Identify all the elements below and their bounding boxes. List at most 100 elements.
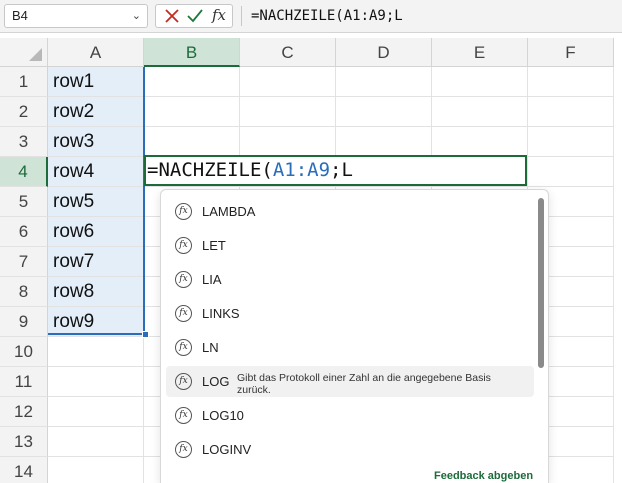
autocomplete-item-log10[interactable]: fx LOG10 bbox=[166, 400, 534, 431]
autocomplete-item-label: LAMBDA bbox=[202, 204, 256, 219]
column-header-f[interactable]: F bbox=[528, 38, 614, 67]
cell-f1[interactable] bbox=[528, 67, 614, 97]
row-header-6[interactable]: 6 bbox=[0, 217, 48, 247]
editor-prefix: =NACHZEILE( bbox=[147, 159, 273, 181]
autocomplete-item-label: LOGINV bbox=[202, 442, 252, 457]
cell-value: row9 bbox=[53, 311, 95, 332]
cell-a13[interactable] bbox=[48, 427, 144, 457]
name-box[interactable]: B4 ⌄ bbox=[4, 4, 148, 28]
cell-f2[interactable] bbox=[528, 97, 614, 127]
function-icon: fx bbox=[175, 271, 192, 288]
name-box-value: B4 bbox=[12, 8, 28, 23]
function-icon: fx bbox=[175, 407, 192, 424]
formula-input[interactable]: =NACHZEILE(A1:A9;L bbox=[251, 4, 403, 28]
cell-b2[interactable] bbox=[144, 97, 240, 127]
row-header-10[interactable]: 10 bbox=[0, 337, 48, 367]
cell-a14[interactable] bbox=[48, 457, 144, 483]
editor-range-ref: A1:A9 bbox=[272, 159, 331, 181]
close-icon[interactable] bbox=[163, 7, 181, 25]
cell-a2[interactable]: row2 bbox=[48, 97, 144, 127]
cell-value: row8 bbox=[53, 281, 95, 302]
cell-a9[interactable]: row9 bbox=[48, 307, 144, 337]
cell-a3[interactable]: row3 bbox=[48, 127, 144, 157]
cell-d2[interactable] bbox=[336, 97, 432, 127]
autocomplete-item-label: LET bbox=[202, 238, 226, 253]
row-header-5[interactable]: 5 bbox=[0, 187, 48, 217]
row-header-3[interactable]: 3 bbox=[0, 127, 48, 157]
column-header-d[interactable]: D bbox=[336, 38, 432, 67]
cell-d3[interactable] bbox=[336, 127, 432, 157]
function-icon: fx bbox=[175, 203, 192, 220]
autocomplete-item-ln[interactable]: fx LN bbox=[166, 332, 534, 363]
cell-a4[interactable]: row4 bbox=[48, 157, 144, 187]
row-header-7[interactable]: 7 bbox=[0, 247, 48, 277]
autocomplete-item-label: LN bbox=[202, 340, 219, 355]
autocomplete-item-lia[interactable]: fx LIA bbox=[166, 264, 534, 295]
function-autocomplete: fx LAMBDA fx LET fx LIA fx LINKS fx LN fx LOG Gibt d… bbox=[160, 189, 549, 483]
column-header-e[interactable]: E bbox=[432, 38, 528, 67]
cell-value: row5 bbox=[53, 191, 95, 212]
row-header-13[interactable]: 13 bbox=[0, 427, 48, 457]
cell-value: row3 bbox=[53, 131, 95, 152]
feedback-link[interactable]: Feedback abgeben bbox=[434, 470, 533, 482]
autocomplete-item-label: LOG bbox=[202, 374, 230, 389]
autocomplete-item-lambda[interactable]: fx LAMBDA bbox=[166, 196, 534, 227]
cell-a10[interactable] bbox=[48, 337, 144, 367]
cell-c2[interactable] bbox=[240, 97, 336, 127]
autocomplete-item-description: Gibt das Protokoll einer Zahl an die ang… bbox=[237, 372, 491, 396]
insert-function-button[interactable]: fx bbox=[212, 6, 226, 24]
autocomplete-item-loginv[interactable]: fx LOGINV bbox=[166, 434, 534, 465]
cell-value: row7 bbox=[53, 251, 95, 272]
cell-a1[interactable]: row1 bbox=[48, 67, 144, 97]
cell-b1[interactable] bbox=[144, 67, 240, 97]
cell-d1[interactable] bbox=[336, 67, 432, 97]
cell-value: row6 bbox=[53, 221, 95, 242]
select-all-corner[interactable] bbox=[0, 38, 48, 67]
cell-a7[interactable]: row7 bbox=[48, 247, 144, 277]
cell-c3[interactable] bbox=[240, 127, 336, 157]
row-header-8[interactable]: 8 bbox=[0, 277, 48, 307]
row-header-14[interactable]: 14 bbox=[0, 457, 48, 483]
chevron-down-icon[interactable]: ⌄ bbox=[132, 5, 141, 27]
formula-bar-buttons: fx bbox=[155, 4, 233, 28]
row-header-4[interactable]: 4 bbox=[0, 157, 48, 187]
row-header-12[interactable]: 12 bbox=[0, 397, 48, 427]
column-header-b[interactable]: B bbox=[144, 38, 240, 67]
cell-b3[interactable] bbox=[144, 127, 240, 157]
function-icon: fx bbox=[175, 339, 192, 356]
editor-suffix: ;L bbox=[330, 159, 353, 181]
formula-bar-divider bbox=[241, 6, 242, 26]
row-header-1[interactable]: 1 bbox=[0, 67, 48, 97]
check-icon[interactable] bbox=[186, 7, 204, 25]
autocomplete-item-links[interactable]: fx LINKS bbox=[166, 298, 534, 329]
autocomplete-item-label: LIA bbox=[202, 272, 222, 287]
cell-a12[interactable] bbox=[48, 397, 144, 427]
row-header-9[interactable]: 9 bbox=[0, 307, 48, 337]
cell-f4[interactable] bbox=[528, 157, 614, 187]
cell-e3[interactable] bbox=[432, 127, 528, 157]
column-header-c[interactable]: C bbox=[240, 38, 336, 67]
cell-a6[interactable]: row6 bbox=[48, 217, 144, 247]
autocomplete-scrollbar[interactable] bbox=[538, 198, 544, 368]
function-icon: fx bbox=[175, 441, 192, 458]
cell-a8[interactable]: row8 bbox=[48, 277, 144, 307]
cell-e1[interactable] bbox=[432, 67, 528, 97]
cell-value: row4 bbox=[53, 161, 95, 182]
cell-editor-b4[interactable]: =NACHZEILE(A1:A9;L bbox=[144, 155, 527, 186]
range-resize-handle[interactable] bbox=[142, 331, 149, 338]
cell-value: row2 bbox=[53, 101, 95, 122]
cell-a5[interactable]: row5 bbox=[48, 187, 144, 217]
cell-f3[interactable] bbox=[528, 127, 614, 157]
column-header-a[interactable]: A bbox=[48, 38, 144, 67]
autocomplete-item-label: LOG10 bbox=[202, 408, 244, 423]
formula-bar: B4 ⌄ fx =NACHZEILE(A1:A9;L bbox=[0, 0, 622, 33]
row-header-2[interactable]: 2 bbox=[0, 97, 48, 127]
cell-c1[interactable] bbox=[240, 67, 336, 97]
cell-a11[interactable] bbox=[48, 367, 144, 397]
autocomplete-item-let[interactable]: fx LET bbox=[166, 230, 534, 261]
row-header-11[interactable]: 11 bbox=[0, 367, 48, 397]
cell-e2[interactable] bbox=[432, 97, 528, 127]
select-all-triangle bbox=[29, 48, 42, 61]
autocomplete-item-log[interactable]: fx LOG Gibt das Protokoll einer Zahl an di… bbox=[166, 366, 534, 397]
function-icon: fx bbox=[175, 373, 192, 390]
